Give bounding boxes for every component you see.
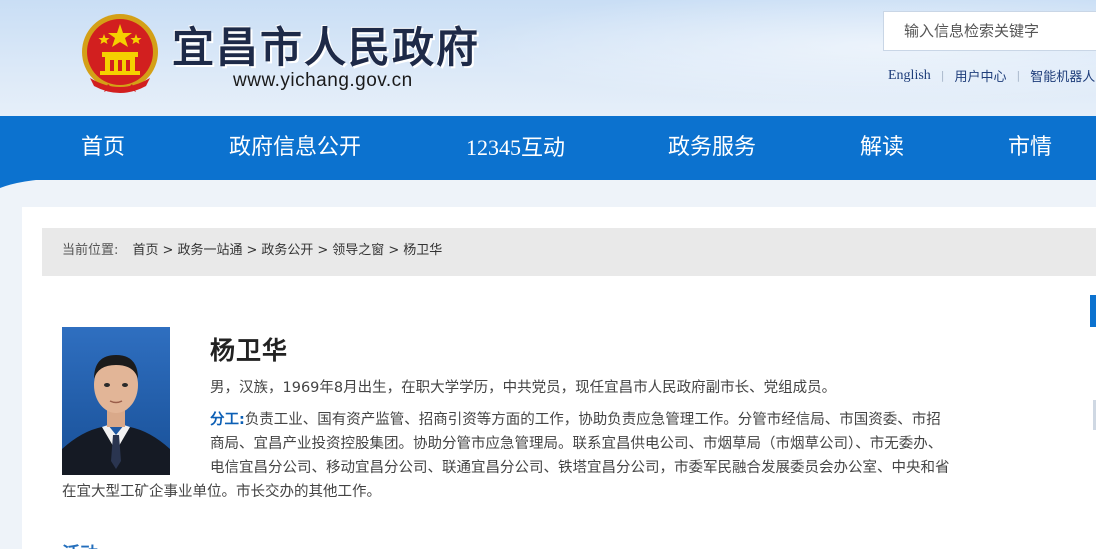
- nav-item-city-info[interactable]: 市情: [1008, 116, 1052, 180]
- site-header: 宜昌市人民政府 www.yichang.gov.cn English | 用户中…: [0, 0, 1096, 116]
- nav-item-12345[interactable]: 12345互动: [466, 116, 565, 180]
- user-center-link[interactable]: 用户中心: [955, 66, 1007, 85]
- duty-text: 负责工业、国有资产监管、招商引资等方面的工作，协助负责应急管理工作。分管市经信局…: [244, 412, 941, 428]
- leader-intro: 男，汉族，1969年8月出生，在职大学学历，中共党员，现任宜昌市人民政府副市长、…: [210, 380, 837, 396]
- nav-item-home[interactable]: 首页: [81, 116, 125, 180]
- nav-item-services[interactable]: 政务服务: [668, 116, 756, 180]
- duty-text: 电信宜昌分公司、移动宜昌分公司、联通宜昌分公司、铁塔宜昌分公司，市委军民融合发展…: [210, 460, 950, 476]
- nav-item-gov-info[interactable]: 政府信息公开: [229, 116, 361, 180]
- breadcrumb-separator: >: [246, 243, 258, 258]
- nav-item-interpretation[interactable]: 解读: [860, 116, 904, 180]
- top-links: English | 用户中心 | 智能机器人: [888, 66, 1095, 86]
- site-url: www.yichang.gov.cn: [233, 70, 413, 91]
- breadcrumb-separator: >: [388, 243, 400, 258]
- breadcrumb-item-portal[interactable]: 政务一站通: [177, 243, 242, 258]
- duty-line: 电信宜昌分公司、移动宜昌分公司、联通宜昌分公司、铁塔宜昌分公司，市委军民融合发展…: [62, 456, 1037, 480]
- duty-label: 分工:: [210, 412, 245, 428]
- breadcrumb-separator: >: [317, 243, 329, 258]
- duty-line: 在宜大型工矿企事业单位。市长交办的其他工作。: [62, 480, 1037, 504]
- search-box[interactable]: [883, 11, 1096, 51]
- chatbot-link[interactable]: 智能机器人: [1030, 66, 1095, 85]
- duty-text: 在宜大型工矿企事业单位。市长交办的其他工作。: [62, 484, 381, 500]
- leader-duties: 分工:负责工业、国有资产监管、招商引资等方面的工作，协助负责应急管理工作。分管市…: [62, 408, 1037, 504]
- next-section-heading: 活动: [62, 540, 98, 549]
- nav-curve-decoration: [0, 178, 60, 188]
- breadcrumb: 当前位置: 首页 > 政务一站通 > 政务公开 > 领导之窗 > 杨卫华: [42, 228, 1096, 276]
- leader-name: 杨卫华: [210, 336, 289, 365]
- breadcrumb-item-public[interactable]: 政务公开: [261, 243, 313, 258]
- breadcrumb-here-label: 当前位置:: [62, 243, 119, 258]
- breadcrumb-item-leaders[interactable]: 领导之窗: [332, 243, 384, 258]
- site-title[interactable]: 宜昌市人民政府: [172, 14, 480, 75]
- duty-line: 分工:负责工业、国有资产监管、招商引资等方面的工作，协助负责应急管理工作。分管市…: [62, 408, 1037, 432]
- breadcrumb-item-current[interactable]: 杨卫华: [403, 243, 442, 258]
- breadcrumb-separator: >: [162, 243, 174, 258]
- main-nav: 首页 政府信息公开 12345互动 政务服务 解读 市情: [0, 116, 1096, 180]
- english-link[interactable]: English: [888, 68, 931, 84]
- side-tab[interactable]: [1090, 295, 1096, 327]
- link-separator: |: [1016, 69, 1021, 82]
- search-input[interactable]: [884, 12, 1096, 50]
- breadcrumb-item-home[interactable]: 首页: [133, 243, 159, 258]
- national-emblem-icon[interactable]: [80, 12, 160, 94]
- link-separator: |: [940, 69, 945, 82]
- duty-text: 商局、宜昌产业投资控股集团。协助分管市应急管理局。联系宜昌供电公司、市烟草局（市…: [210, 436, 943, 452]
- duty-line: 商局、宜昌产业投资控股集团。协助分管市应急管理局。联系宜昌供电公司、市烟草局（市…: [62, 432, 1037, 456]
